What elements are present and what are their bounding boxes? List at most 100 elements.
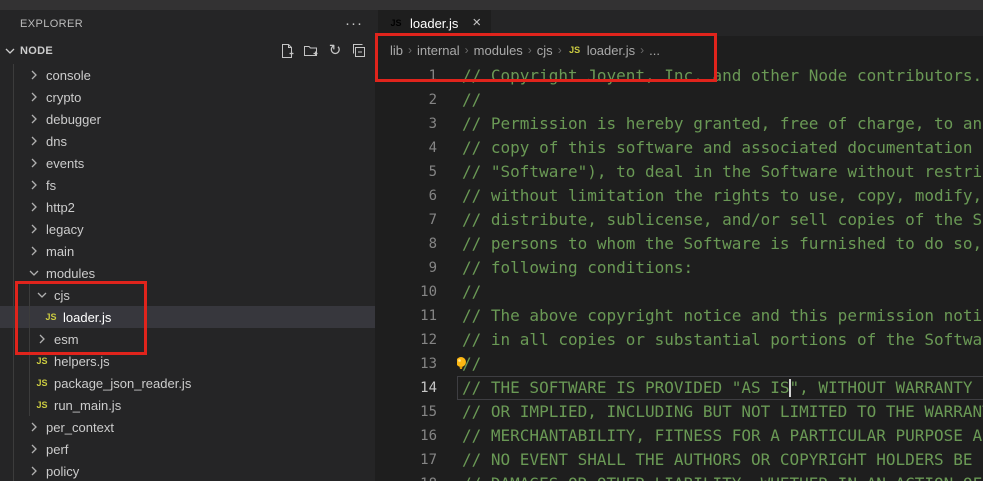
breadcrumb-separator-icon: › [558, 43, 562, 57]
tree-item-label: http2 [46, 200, 75, 215]
chevron-right-icon[interactable] [26, 243, 42, 259]
code-line-5[interactable]: 5// "Software"), to deal in the Software… [375, 160, 983, 184]
node-section-title: NODE [20, 45, 53, 57]
tree-item-loader-js[interactable]: JS loader.js [0, 306, 375, 328]
code-line-10[interactable]: 10// [375, 280, 983, 304]
tree-item-legacy[interactable]: legacy [0, 218, 375, 240]
chevron-right-icon[interactable] [26, 199, 42, 215]
tree-item-label: loader.js [63, 310, 111, 325]
js-file-icon: JS [43, 309, 59, 325]
breadcrumb-item--[interactable]: ... [649, 43, 660, 58]
code-line-7[interactable]: 7// distribute, sublicense, and/or sell … [375, 208, 983, 232]
chevron-right-icon[interactable] [26, 155, 42, 171]
code-line-18[interactable]: 18// DAMAGES OR OTHER LIABILITY, WHETHER… [375, 472, 983, 481]
chevron-down-icon[interactable] [34, 287, 50, 303]
js-file-icon: JS [34, 397, 50, 413]
tree-item-policy[interactable]: policy [0, 460, 375, 481]
code-line-2[interactable]: 2// [375, 88, 983, 112]
chevron-right-icon[interactable] [26, 463, 42, 479]
chevron-right-icon[interactable] [26, 133, 42, 149]
tree-item-console[interactable]: console [0, 64, 375, 86]
line-content: // "Software"), to deal in the Software … [457, 160, 983, 184]
code-line-4[interactable]: 4// copy of this software and associated… [375, 136, 983, 160]
tree-item-modules[interactable]: modules [0, 262, 375, 284]
new-folder-icon[interactable] [303, 43, 319, 59]
chevron-right-icon[interactable] [26, 441, 42, 457]
tree-item-per-context[interactable]: per_context [0, 416, 375, 438]
chevron-right-icon[interactable] [26, 89, 42, 105]
breadcrumb-item-modules[interactable]: modules [474, 43, 523, 58]
js-file-icon: JS [34, 375, 50, 391]
code-line-12[interactable]: 12// in all copies or substantial portio… [375, 328, 983, 352]
chevron-right-icon[interactable] [26, 221, 42, 237]
tab-bar: JS loader.js × [375, 10, 983, 36]
more-actions-icon[interactable]: ··· [345, 19, 363, 29]
line-number: 17 [375, 448, 437, 472]
tree-item-main[interactable]: main [0, 240, 375, 262]
title-bar [0, 0, 983, 10]
tree-item-package-json-reader-js[interactable]: JSpackage_json_reader.js [0, 372, 375, 394]
tree-item-crypto[interactable]: crypto [0, 86, 375, 108]
tree-item-helpers-js[interactable]: JShelpers.js [0, 350, 375, 372]
breadcrumb-item-label: loader.js [587, 43, 635, 58]
code-line-17[interactable]: 17// NO EVENT SHALL THE AUTHORS OR COPYR… [375, 448, 983, 472]
code-line-13[interactable]: 13// [375, 352, 983, 376]
tree-item-esm[interactable]: esm [0, 328, 375, 350]
tree-item-label: perf [46, 442, 68, 457]
line-content: // THE SOFTWARE IS PROVIDED "AS IS", WIT… [457, 376, 983, 400]
tree-item-label: crypto [46, 90, 81, 105]
tree-item-perf[interactable]: perf [0, 438, 375, 460]
breadcrumb-item-label: ... [649, 43, 660, 58]
tab-loader-js[interactable]: JS loader.js × [378, 10, 491, 36]
breadcrumb-item-internal[interactable]: internal [417, 43, 460, 58]
code-line-11[interactable]: 11// The above copyright notice and this… [375, 304, 983, 328]
node-section-header[interactable]: NODE ↻ [0, 38, 375, 64]
chevron-down-icon[interactable] [26, 265, 42, 281]
breadcrumb-item-label: modules [474, 43, 523, 58]
indent-guide [29, 284, 30, 416]
tree-item-http2[interactable]: http2 [0, 196, 375, 218]
text-cursor [789, 379, 791, 397]
chevron-down-icon [2, 43, 18, 59]
code-line-15[interactable]: 15// OR IMPLIED, INCLUDING BUT NOT LIMIT… [375, 400, 983, 424]
tree-item-label: legacy [46, 222, 84, 237]
collapse-all-icon[interactable] [351, 43, 367, 59]
code-line-8[interactable]: 8// persons to whom the Software is furn… [375, 232, 983, 256]
line-content: // without limitation the rights to use,… [457, 184, 983, 208]
line-number: 15 [375, 400, 437, 424]
code-line-6[interactable]: 6// without limitation the rights to use… [375, 184, 983, 208]
breadcrumb-item-lib[interactable]: lib [390, 43, 403, 58]
new-file-icon[interactable] [279, 43, 295, 59]
lightbulb-icon[interactable] [457, 355, 469, 376]
refresh-icon[interactable]: ↻ [327, 43, 343, 59]
tree-item-run-main-js[interactable]: JSrun_main.js [0, 394, 375, 416]
chevron-right-icon[interactable] [26, 67, 42, 83]
tab-label: loader.js [410, 16, 458, 31]
close-icon[interactable]: × [472, 16, 481, 30]
tree-item-events[interactable]: events [0, 152, 375, 174]
code-view: 1// Copyright Joyent, Inc. and other Nod… [375, 64, 983, 481]
line-content: // Copyright Joyent, Inc. and other Node… [457, 64, 983, 88]
code-line-9[interactable]: 9// following conditions: [375, 256, 983, 280]
line-content: // [457, 280, 983, 304]
breadcrumb: lib›internal›modules›cjs›JSloader.js›... [375, 36, 983, 64]
code-line-16[interactable]: 16// MERCHANTABILITY, FITNESS FOR A PART… [375, 424, 983, 448]
tree-item-debugger[interactable]: debugger [0, 108, 375, 130]
tree-item-dns[interactable]: dns [0, 130, 375, 152]
chevron-right-icon[interactable] [34, 331, 50, 347]
code-line-1[interactable]: 1// Copyright Joyent, Inc. and other Nod… [375, 64, 983, 88]
vscode-window: EXPLORER ··· NODE [0, 0, 983, 481]
breadcrumb-item-loader-js[interactable]: JSloader.js [567, 42, 635, 58]
chevron-right-icon[interactable] [26, 111, 42, 127]
breadcrumb-item-cjs[interactable]: cjs [537, 43, 553, 58]
chevron-right-icon[interactable] [26, 177, 42, 193]
breadcrumb-item-label: cjs [537, 43, 553, 58]
code-line-14[interactable]: 14// THE SOFTWARE IS PROVIDED "AS IS", W… [375, 376, 983, 400]
tree-item-fs[interactable]: fs [0, 174, 375, 196]
code-line-3[interactable]: 3// Permission is hereby granted, free o… [375, 112, 983, 136]
tree-item-cjs[interactable]: cjs [0, 284, 375, 306]
line-content: // The above copyright notice and this p… [457, 304, 983, 328]
line-content: // [457, 88, 983, 112]
line-content: // persons to whom the Software is furni… [457, 232, 983, 256]
chevron-right-icon[interactable] [26, 419, 42, 435]
